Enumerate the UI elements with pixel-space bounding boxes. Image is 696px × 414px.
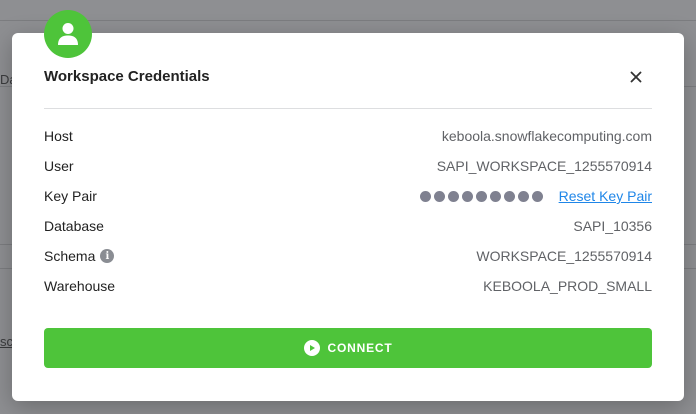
schema-value: WORKSPACE_1255570914 xyxy=(476,248,652,264)
credential-row-user: User SAPI_WORKSPACE_1255570914 xyxy=(44,156,652,176)
warehouse-value: KEBOOLA_PROD_SMALL xyxy=(483,278,652,294)
credential-row-schema: Schema i WORKSPACE_1255570914 xyxy=(44,246,652,266)
mask-dot xyxy=(433,190,445,202)
schema-label-group: Schema i xyxy=(44,248,115,264)
mask-dot xyxy=(419,190,431,202)
row-label: User xyxy=(44,158,74,174)
mask-dot xyxy=(447,190,459,202)
connect-button-label: CONNECT xyxy=(327,341,393,355)
row-label: Host xyxy=(44,128,73,144)
credential-row-warehouse: Warehouse KEBOOLA_PROD_SMALL xyxy=(44,276,652,296)
key-pair-value: Reset Key Pair xyxy=(419,188,652,204)
mask-dot xyxy=(531,190,543,202)
play-icon xyxy=(303,340,320,356)
mask-dot xyxy=(461,190,473,202)
reset-key-pair-link[interactable]: Reset Key Pair xyxy=(559,188,652,204)
user-icon xyxy=(44,10,92,58)
mask-dot xyxy=(517,190,529,202)
info-icon[interactable]: i xyxy=(100,249,115,263)
close-icon[interactable] xyxy=(626,67,646,87)
mask-dot xyxy=(475,190,487,202)
background-divider xyxy=(0,20,696,21)
host-value: keboola.snowflakecomputing.com xyxy=(441,128,652,144)
masked-key-dots xyxy=(419,190,543,202)
user-value: SAPI_WORKSPACE_1255570914 xyxy=(436,158,652,174)
row-label: Key Pair xyxy=(44,188,97,204)
mask-dot xyxy=(503,190,515,202)
credential-row-key-pair: Key Pair Reset Key Pair xyxy=(44,186,652,206)
credential-row-database: Database SAPI_10356 xyxy=(44,216,652,236)
title-divider xyxy=(44,108,652,109)
database-value: SAPI_10356 xyxy=(573,218,652,234)
row-label: Database xyxy=(44,218,104,234)
row-label: Schema xyxy=(44,248,96,264)
row-label: Warehouse xyxy=(44,278,116,294)
modal-title: Workspace Credentials xyxy=(44,68,210,85)
mask-dot xyxy=(489,190,501,202)
connect-button[interactable]: CONNECT xyxy=(44,328,652,368)
credential-row-host: Host keboola.snowflakecomputing.com xyxy=(44,126,652,146)
